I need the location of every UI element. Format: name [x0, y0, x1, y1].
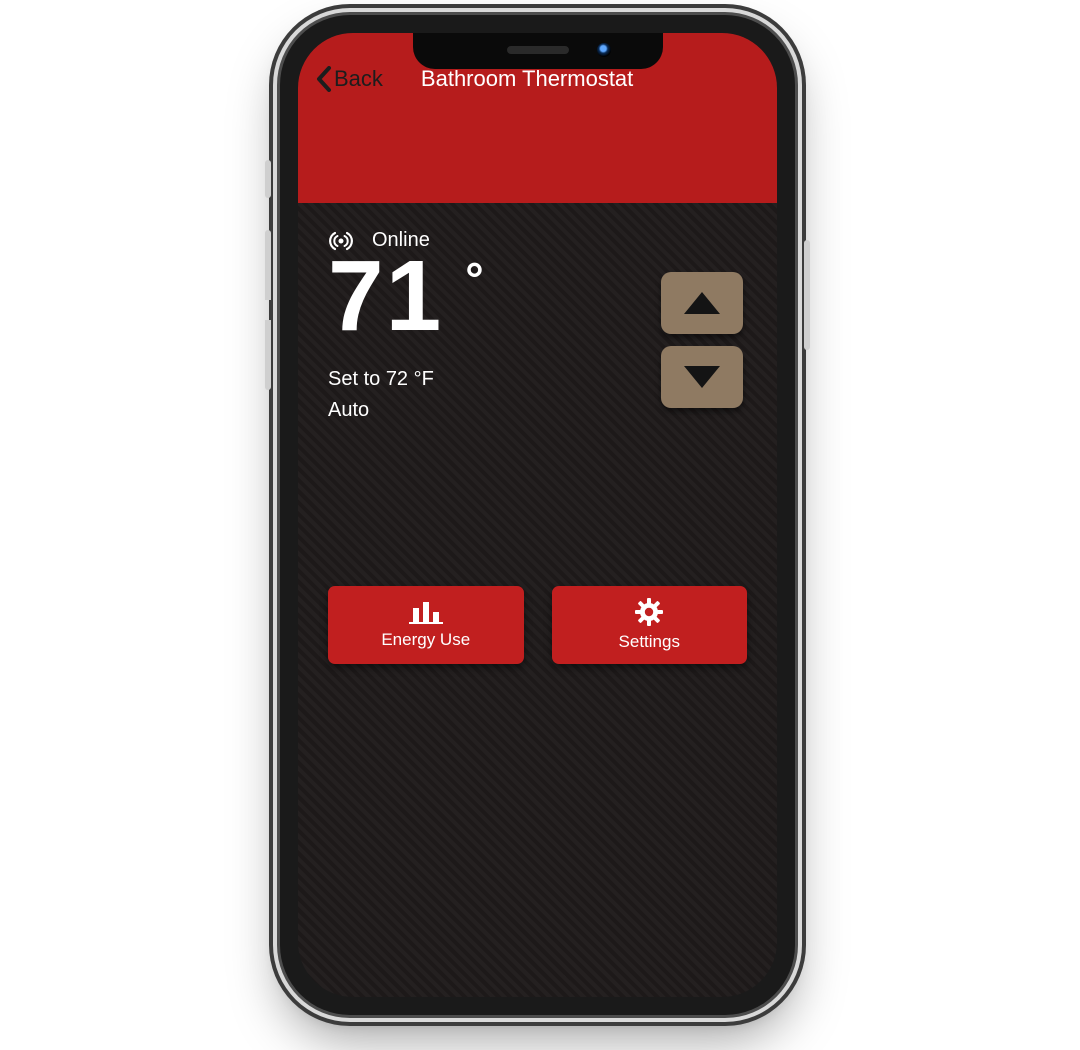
degree-symbol: °	[465, 256, 483, 302]
temperature-down-button[interactable]	[661, 346, 743, 408]
bar-chart-icon	[409, 600, 443, 624]
page-title: Bathroom Thermostat	[421, 66, 633, 92]
phone-frame: Back Bathroom Thermostat Online	[280, 15, 795, 1015]
phone-notch	[413, 33, 663, 69]
action-row: Energy Use	[328, 586, 747, 664]
temperature-block: 71 ° Set to 72 °F Auto	[328, 252, 484, 426]
temperature-stepper	[661, 272, 743, 408]
phone-side-button	[804, 240, 810, 350]
mode-text: Auto	[328, 395, 484, 426]
gear-icon	[635, 598, 663, 626]
temperature-up-button[interactable]	[661, 272, 743, 334]
energy-use-button[interactable]: Energy Use	[328, 586, 524, 664]
triangle-down-icon	[684, 366, 720, 388]
phone-screen: Back Bathroom Thermostat Online	[298, 33, 777, 997]
settings-label: Settings	[619, 632, 680, 652]
energy-use-label: Energy Use	[381, 630, 470, 650]
back-button[interactable]: Back	[316, 66, 383, 92]
chevron-left-icon	[316, 66, 332, 92]
back-label: Back	[334, 66, 383, 92]
triangle-up-icon	[684, 292, 720, 314]
app-body: Online 71 ° Set to 72 °F Auto	[298, 203, 777, 997]
setpoint-text: Set to 72 °F	[328, 364, 484, 395]
current-temperature: 71	[328, 246, 443, 346]
settings-button[interactable]: Settings	[552, 586, 748, 664]
